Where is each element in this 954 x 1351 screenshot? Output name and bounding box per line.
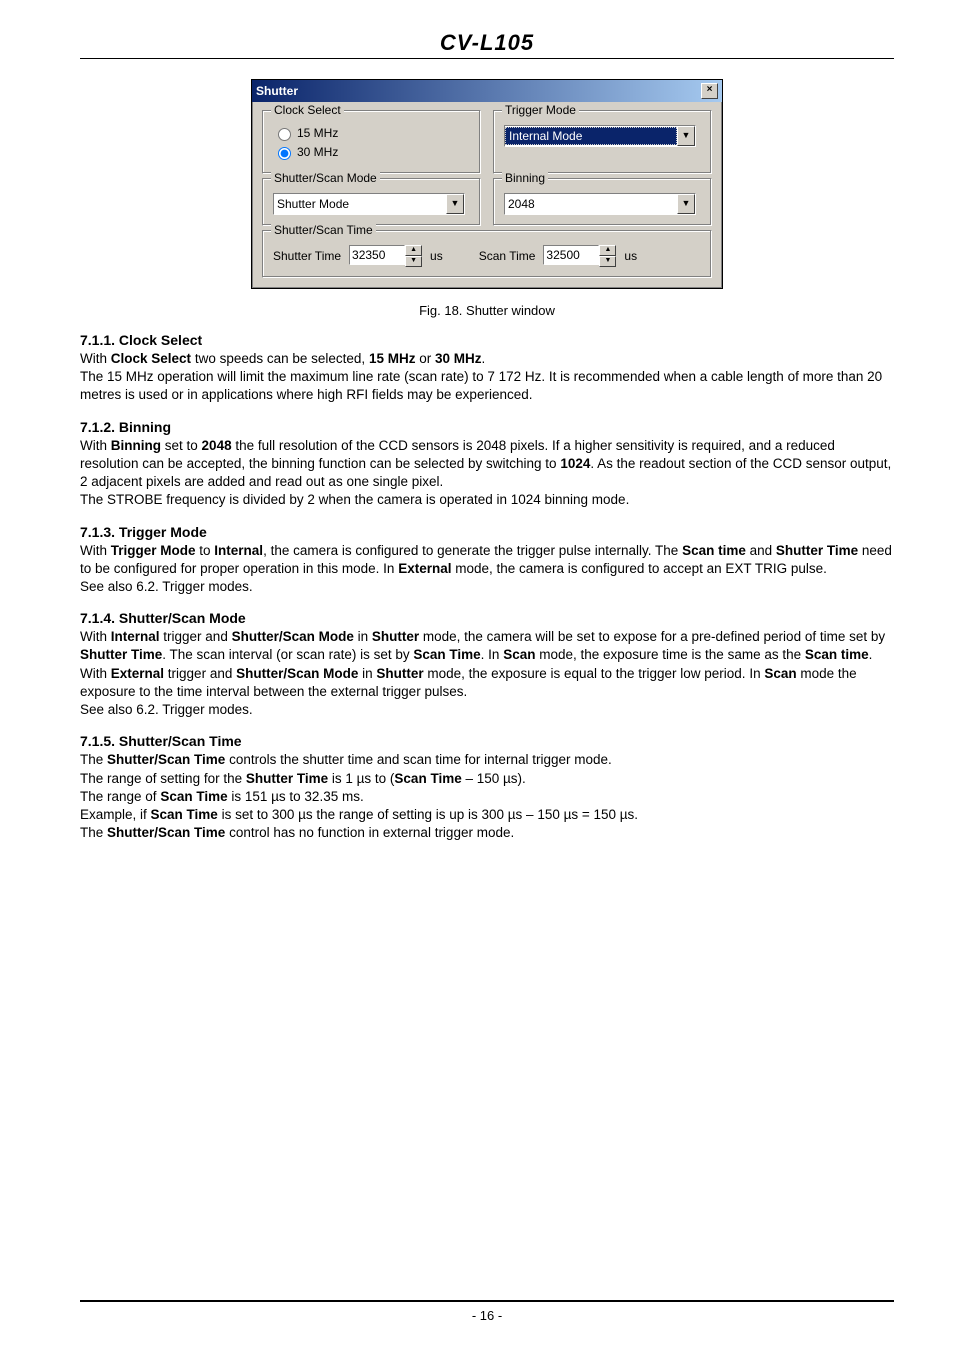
chevron-down-icon[interactable]: ▼ bbox=[446, 194, 464, 214]
trigger-mode-value: Internal Mode bbox=[505, 127, 677, 145]
dialog-title: Shutter bbox=[256, 84, 298, 98]
header-rule bbox=[80, 58, 894, 59]
shutter-scan-mode-group: Shutter/Scan Mode Shutter Mode ▼ bbox=[262, 178, 481, 226]
binning-legend: Binning bbox=[502, 171, 548, 185]
spin-up-icon[interactable]: ▲ bbox=[599, 245, 616, 256]
page-number: - 16 - bbox=[80, 1308, 894, 1323]
shutter-scan-mode-legend: Shutter/Scan Mode bbox=[271, 171, 380, 185]
radio-30mhz-label: 30 MHz bbox=[297, 145, 338, 159]
shutter-time-unit: us bbox=[430, 249, 443, 263]
section-head-clock-select: 7.1.1. Clock Select bbox=[80, 332, 894, 348]
scan-time-label: Scan Time bbox=[479, 249, 536, 263]
binning-group: Binning 2048 ▼ bbox=[493, 178, 712, 226]
shutter-time-field[interactable] bbox=[349, 245, 405, 265]
shutter-time-label: Shutter Time bbox=[273, 249, 341, 263]
radio-15mhz-label: 15 MHz bbox=[297, 126, 338, 140]
footer-rule bbox=[80, 1300, 894, 1302]
shutter-scan-mode-value: Shutter Mode bbox=[274, 196, 446, 212]
section-head-shutter-scan-mode: 7.1.4. Shutter/Scan Mode bbox=[80, 610, 894, 626]
trigger-mode-group: Trigger Mode Internal Mode ▼ bbox=[493, 110, 712, 174]
page-header: CV-L105 bbox=[80, 30, 894, 56]
close-icon[interactable]: × bbox=[701, 83, 718, 99]
spin-down-icon[interactable]: ▼ bbox=[405, 256, 422, 267]
scan-time-unit: us bbox=[624, 249, 637, 263]
figure-caption: Fig. 18. Shutter window bbox=[80, 303, 894, 318]
titlebar: Shutter × bbox=[252, 80, 722, 102]
page-footer: - 16 - bbox=[80, 1294, 894, 1324]
section-head-shutter-scan-time: 7.1.5. Shutter/Scan Time bbox=[80, 733, 894, 749]
scan-time-field[interactable] bbox=[543, 245, 599, 265]
trigger-mode-combo[interactable]: Internal Mode ▼ bbox=[504, 125, 696, 147]
radio-15mhz[interactable]: 15 MHz bbox=[273, 125, 338, 141]
clock-select-group: Clock Select 15 MHz 30 MHz bbox=[262, 110, 481, 174]
shutter-scan-time-group: Shutter/Scan Time Shutter Time ▲▼ us Sca… bbox=[262, 230, 712, 278]
shutter-scan-mode-combo[interactable]: Shutter Mode ▼ bbox=[273, 193, 465, 215]
body-text: With Trigger Mode to Internal, the camer… bbox=[80, 542, 894, 597]
spin-down-icon[interactable]: ▼ bbox=[599, 256, 616, 267]
clock-select-legend: Clock Select bbox=[271, 103, 344, 117]
shutter-dialog: Shutter × Clock Select 15 MHz 30 MHz Tri… bbox=[251, 79, 723, 289]
binning-combo[interactable]: 2048 ▼ bbox=[504, 193, 696, 215]
spin-up-icon[interactable]: ▲ bbox=[405, 245, 422, 256]
body-text: The Shutter/Scan Time controls the shutt… bbox=[80, 751, 894, 842]
radio-30mhz[interactable]: 30 MHz bbox=[273, 144, 338, 160]
binning-value: 2048 bbox=[505, 196, 677, 212]
shutter-time-spin[interactable]: ▲▼ bbox=[349, 245, 422, 267]
body-text: With Binning set to 2048 the full resolu… bbox=[80, 437, 894, 510]
scan-time-spin[interactable]: ▲▼ bbox=[543, 245, 616, 267]
trigger-mode-legend: Trigger Mode bbox=[502, 103, 579, 117]
section-head-binning: 7.1.2. Binning bbox=[80, 419, 894, 435]
body-text: With Clock Select two speeds can be sele… bbox=[80, 350, 894, 405]
body-text: With Internal trigger and Shutter/Scan M… bbox=[80, 628, 894, 719]
chevron-down-icon[interactable]: ▼ bbox=[677, 194, 695, 214]
chevron-down-icon[interactable]: ▼ bbox=[677, 126, 695, 146]
shutter-scan-time-legend: Shutter/Scan Time bbox=[271, 223, 376, 237]
section-head-trigger-mode: 7.1.3. Trigger Mode bbox=[80, 524, 894, 540]
